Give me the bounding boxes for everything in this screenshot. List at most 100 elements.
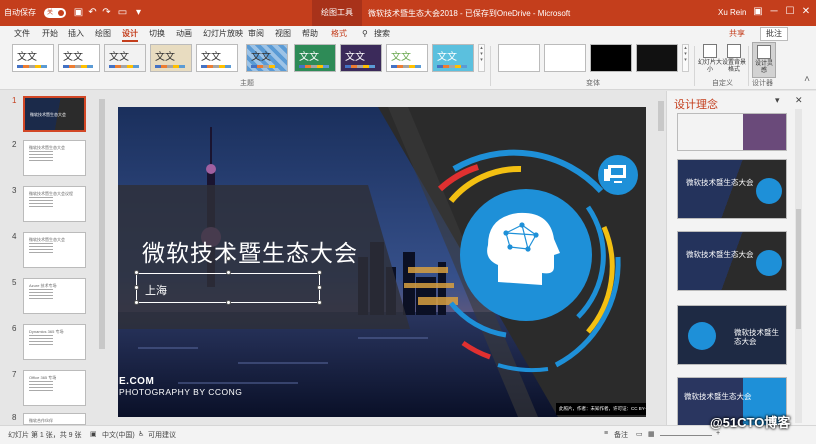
user-name[interactable]: Xu Rein	[718, 8, 746, 17]
slideshow-icon[interactable]: ▭	[116, 6, 129, 19]
slide-title[interactable]: 微软技术暨生态大会	[142, 234, 358, 268]
slide-counter: 幻灯片 第 1 张，共 9 张	[8, 432, 82, 439]
thumbnails-scrollbar[interactable]	[98, 91, 106, 425]
thumb-slide-3[interactable]: 微软技术暨生态大会议程	[23, 186, 86, 222]
theme-4[interactable]: 文文	[150, 44, 192, 72]
undo-icon[interactable]: ↶	[86, 6, 99, 19]
theme-2[interactable]: 文文	[58, 44, 100, 72]
search-icon[interactable]: ⚲	[362, 26, 368, 42]
resize-handle-e[interactable]	[317, 285, 322, 290]
theme-5[interactable]: 文文	[196, 44, 238, 72]
zoom-in-icon[interactable]: +	[716, 430, 720, 437]
pane-title: 设计理念	[674, 99, 718, 111]
zoom-slider[interactable]	[660, 435, 712, 436]
ribbon-display-icon[interactable]: ▣	[751, 4, 765, 20]
tab-home[interactable]: 开始	[42, 26, 58, 42]
resize-handle-sw[interactable]	[134, 300, 139, 305]
pane-close-icon[interactable]: ✕	[795, 95, 803, 106]
resize-handle-w[interactable]	[134, 285, 139, 290]
variant-1[interactable]	[498, 44, 540, 72]
tab-transitions[interactable]: 切换	[149, 26, 165, 42]
spelling-icon[interactable]: ▣	[90, 430, 97, 438]
slide-sorter-icon[interactable]: ▦	[648, 430, 655, 438]
slide-subtitle[interactable]: 上海	[145, 282, 167, 298]
resize-handle-n[interactable]	[226, 270, 231, 275]
theme-office[interactable]: 文文	[12, 44, 54, 72]
ribbon-tabs: 文件 开始 插入 绘图 设计 切换 动画 幻灯片放映 审阅 视图 帮助 格式 ⚲…	[0, 26, 816, 42]
save-icon[interactable]: ▣	[72, 6, 85, 19]
thumb-slide-5[interactable]: Azure 技术专场	[23, 278, 86, 314]
collapse-ribbon-icon[interactable]: ˄	[800, 72, 814, 88]
variants-scroll[interactable]: ▴ ▾ ▾	[682, 44, 689, 72]
theme-7[interactable]: 文文	[294, 44, 336, 72]
accessibility-icon[interactable]: ♿	[138, 430, 144, 438]
theme-6[interactable]: 文文	[246, 44, 288, 72]
close-icon[interactable]: ✕	[799, 4, 813, 20]
group-customize-label: 自定义	[712, 80, 733, 87]
minimize-icon[interactable]: ─	[767, 4, 781, 20]
thumb-slide-2[interactable]: 微软技术暨生态大会	[23, 140, 86, 176]
normal-view-icon[interactable]: ▭	[636, 430, 643, 438]
tab-insert[interactable]: 插入	[68, 26, 84, 42]
search-box[interactable]: 搜索	[374, 26, 390, 42]
variant-3[interactable]	[590, 44, 632, 72]
tab-view[interactable]: 视图	[275, 26, 291, 42]
notes-icon[interactable]: ≡	[604, 430, 608, 437]
language-indicator[interactable]: 中文(中国)	[102, 430, 135, 440]
design-idea-2[interactable]: 微软技术暨生态大会	[677, 231, 787, 291]
notes-button[interactable]: 备注	[614, 430, 628, 440]
pane-scrollbar[interactable]	[795, 109, 802, 423]
autosave-label: 自动保存	[4, 8, 36, 17]
maximize-icon[interactable]: ☐	[783, 4, 797, 20]
subtitle-placeholder[interactable]: 上海	[136, 273, 320, 303]
theme-3[interactable]: 文文	[104, 44, 146, 72]
slide-size-icon	[703, 44, 717, 58]
resize-handle-nw[interactable]	[134, 270, 139, 275]
tab-format[interactable]: 格式	[331, 26, 347, 42]
thumb-slide-6[interactable]: Dynamics 365 专场	[23, 324, 86, 360]
design-ideas-pane: 设计理念 ▾ ✕ 微软技术暨生态大会 微软技术暨生态大会 微软技术暨生态大会 微…	[666, 91, 816, 425]
variant-2[interactable]	[544, 44, 586, 72]
tab-draw[interactable]: 绘图	[95, 26, 111, 42]
customize-qat-icon[interactable]: ▾	[132, 6, 145, 19]
design-idea-1[interactable]: 微软技术暨生态大会	[677, 159, 787, 219]
slide-size-button[interactable]: 幻灯片大小	[698, 42, 722, 78]
thumb-slide-7[interactable]: Office 365 专场	[23, 370, 86, 406]
document-title: 微软技术暨生态大会2018 - 已保存到OneDrive - Microsoft	[368, 9, 571, 18]
thumb-slide-1[interactable]: 微软技术暨生态大会	[23, 96, 86, 132]
tab-design[interactable]: 设计	[122, 26, 138, 42]
slide-1[interactable]: 微软技术暨生态大会 上海 E.COM PHOTOGRAPHY BY CCONG …	[118, 107, 646, 417]
themes-scroll[interactable]: ▴ ▾ ▾	[478, 44, 485, 72]
tab-animations[interactable]: 动画	[176, 26, 192, 42]
selection-handle[interactable]	[226, 256, 231, 261]
tab-help[interactable]: 帮助	[302, 26, 318, 42]
resize-handle-s[interactable]	[226, 300, 231, 305]
theme-10[interactable]: 文文	[432, 44, 474, 72]
design-idea-3[interactable]: 微软技术暨生态大会	[677, 305, 787, 365]
tab-review[interactable]: 审阅	[248, 26, 264, 42]
group-designer-label: 设计器	[752, 80, 773, 87]
comments-button[interactable]: 批注	[760, 27, 788, 41]
redo-icon[interactable]: ↷	[100, 6, 113, 19]
group-themes-label: 主题	[240, 80, 254, 87]
design-idea-0[interactable]	[677, 113, 787, 151]
accessibility-status[interactable]: 可用建议	[148, 430, 176, 440]
theme-8[interactable]: 文文	[340, 44, 382, 72]
watermark: @51CTO博客	[710, 415, 791, 430]
variant-4[interactable]	[636, 44, 678, 72]
format-background-button[interactable]: 设置背景格式	[722, 42, 746, 78]
resize-handle-se[interactable]	[317, 300, 322, 305]
context-tab-drawing-tools: 绘图工具	[312, 0, 362, 26]
tab-file[interactable]: 文件	[14, 26, 30, 42]
tab-slideshow[interactable]: 幻灯片放映	[203, 26, 243, 42]
thumb-slide-8[interactable]: 微软合作伙伴	[23, 413, 86, 425]
theme-9[interactable]: 文文	[386, 44, 428, 72]
autosave-toggle[interactable]: 关	[44, 8, 66, 18]
photo-attribution[interactable]: 此照片，作者：未知作者，许可证：CC BY-SA-NC	[556, 403, 646, 415]
thumb-slide-4[interactable]: 微软技术暨生态大会	[23, 232, 86, 268]
canvas-scrollbar[interactable]	[656, 91, 666, 425]
pane-options-icon[interactable]: ▾	[775, 95, 780, 106]
share-button[interactable]: 共享	[724, 26, 750, 42]
design-ideas-button[interactable]: 设计灵感	[752, 42, 776, 78]
resize-handle-ne[interactable]	[317, 270, 322, 275]
